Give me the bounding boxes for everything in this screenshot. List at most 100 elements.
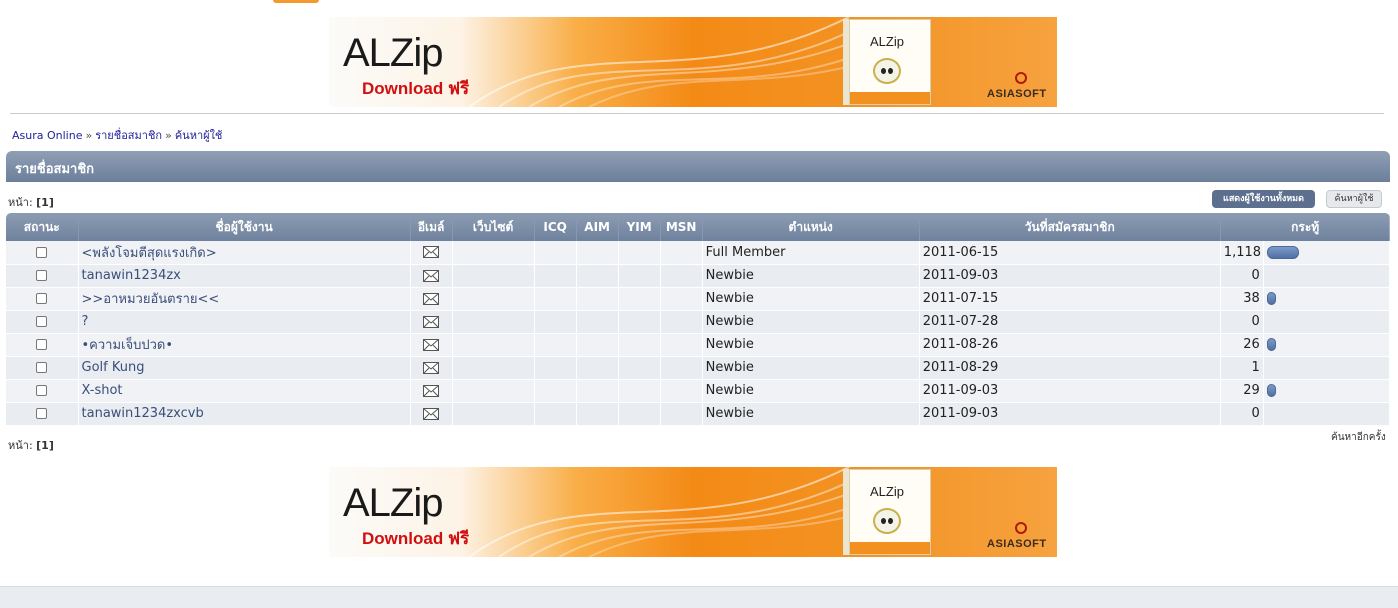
header-posts[interactable]: กระทู้	[1220, 213, 1389, 241]
breadcrumb-members-link[interactable]: รายชื่อสมาชิก	[95, 129, 162, 142]
email-icon	[423, 361, 440, 374]
header-msn[interactable]: MSN	[660, 213, 703, 241]
post-count-bar	[1266, 245, 1299, 259]
email-cell[interactable]	[410, 310, 453, 334]
rank-cell: Newbie	[702, 287, 920, 311]
email-cell[interactable]	[410, 379, 453, 403]
box-title: ALZip	[870, 484, 904, 499]
posts-count-cell: 26	[1220, 333, 1264, 357]
username-link[interactable]: <พลังโจมตีสุดแรงเกิด>	[82, 246, 217, 261]
join-date-cell: 2011-06-15	[919, 241, 1221, 265]
select-checkbox[interactable]	[36, 339, 48, 350]
status-cell	[6, 402, 79, 426]
header-website[interactable]: เว็บไซต์	[452, 213, 535, 241]
email-cell[interactable]	[410, 241, 453, 265]
rank-cell: Newbie	[702, 264, 920, 288]
header-email[interactable]: อีเมล์	[410, 213, 453, 241]
username-link[interactable]: X-shot	[82, 383, 123, 398]
aim-cell	[576, 264, 619, 288]
show-all-users-button[interactable]: แสดงผู้ใช้งานทั้งหมด	[1212, 190, 1315, 208]
email-icon	[423, 384, 440, 397]
pager-current-page[interactable]: [1]	[36, 439, 54, 452]
posts-count-cell: 29	[1220, 379, 1264, 403]
header-icq[interactable]: ICQ	[534, 213, 577, 241]
posts-bar-cell	[1263, 356, 1391, 380]
yim-cell	[618, 402, 661, 426]
pager-label: หน้า:	[8, 439, 33, 452]
join-date-cell: 2011-07-15	[919, 287, 1221, 311]
box-stripe	[850, 92, 930, 104]
posts-bar-cell	[1263, 402, 1391, 426]
header-username[interactable]: ชื่อผู้ใช้งาน	[78, 213, 411, 241]
post-count-bar	[1266, 292, 1276, 305]
pager-current-page[interactable]: [1]	[36, 196, 54, 209]
select-checkbox[interactable]	[36, 408, 48, 419]
posts-bar-cell	[1263, 287, 1391, 311]
search-again-link[interactable]: ค้นหาอีกครั้ง	[1331, 430, 1386, 445]
status-cell	[6, 333, 79, 357]
icq-cell	[534, 287, 577, 311]
table-row: Golf Kung Newbie 2011-08-29 1	[6, 356, 1391, 380]
email-cell[interactable]	[410, 356, 453, 380]
rank-cell: Newbie	[702, 333, 920, 357]
header-yim[interactable]: YIM	[618, 213, 661, 241]
table-row: X-shot Newbie 2011-09-03 29	[6, 379, 1391, 403]
header-aim[interactable]: AIM	[576, 213, 619, 241]
yim-cell	[618, 287, 661, 311]
search-users-button[interactable]: ค้นหาผู้ใช้	[1326, 190, 1382, 208]
username-link[interactable]: •ความเจ็บปวด•	[82, 338, 174, 353]
asiasoft-logo-icon	[1015, 72, 1027, 84]
email-icon	[423, 292, 440, 305]
website-cell	[452, 402, 535, 426]
website-cell	[452, 356, 535, 380]
msn-cell	[660, 264, 703, 288]
breadcrumb-separator: »	[165, 129, 172, 142]
mascot-icon	[873, 508, 901, 534]
status-cell	[6, 241, 79, 265]
username-link[interactable]: ?	[82, 314, 89, 329]
pager-label: หน้า:	[8, 196, 33, 209]
breadcrumb-home-link[interactable]: Asura Online	[12, 129, 82, 142]
select-checkbox[interactable]	[36, 270, 48, 281]
footer-band	[0, 586, 1398, 608]
username-link[interactable]: tanawin1234zx	[82, 268, 181, 283]
msn-cell	[660, 310, 703, 334]
asiasoft-logo-icon	[1015, 522, 1027, 534]
alzip-banner-bottom[interactable]: ALZip Download ฟรี ALZip ASIASOFT	[329, 467, 1057, 557]
banner-title: ALZip	[343, 31, 443, 75]
rank-cell: Newbie	[702, 356, 920, 380]
email-cell[interactable]	[410, 402, 453, 426]
select-checkbox[interactable]	[36, 246, 48, 258]
select-checkbox[interactable]	[36, 385, 48, 396]
join-date-cell: 2011-09-03	[919, 264, 1221, 288]
rank-cell: Newbie	[702, 310, 920, 334]
select-checkbox[interactable]	[36, 293, 48, 304]
email-cell[interactable]	[410, 287, 453, 311]
username-link[interactable]: >>อาหมวยอันตราย<<	[82, 292, 220, 307]
select-checkbox[interactable]	[36, 362, 48, 373]
post-count-bar	[1266, 338, 1276, 351]
status-cell	[6, 310, 79, 334]
yim-cell	[618, 241, 661, 265]
username-link[interactable]: tanawin1234zxcvb	[82, 406, 204, 421]
banner-title: ALZip	[343, 481, 443, 525]
table-row: >>อาหมวยอันตราย<< Newbie 2011-07-15 38	[6, 287, 1391, 311]
table-row: tanawin1234zxcvb Newbie 2011-09-03 0	[6, 402, 1391, 426]
header-status[interactable]: สถานะ	[6, 213, 79, 241]
status-cell	[6, 264, 79, 288]
header-rank[interactable]: ตำแหน่ง	[702, 213, 920, 241]
breadcrumb-current: ค้นหาผู้ใช้	[174, 129, 223, 142]
username-cell: tanawin1234zxcvb	[78, 402, 411, 426]
email-cell[interactable]	[410, 333, 453, 357]
website-cell	[452, 287, 535, 311]
email-cell[interactable]	[410, 264, 453, 288]
website-cell	[452, 241, 535, 265]
icq-cell	[534, 379, 577, 403]
select-checkbox[interactable]	[36, 316, 48, 327]
username-link[interactable]: Golf Kung	[82, 360, 145, 375]
join-date-cell: 2011-09-03	[919, 402, 1221, 426]
header-join-date[interactable]: วันที่สมัครสมาชิก	[919, 213, 1221, 241]
top-tab-indicator	[273, 0, 319, 3]
yim-cell	[618, 333, 661, 357]
alzip-banner-top[interactable]: ALZip Download ฟรี ALZip ASIASOFT	[329, 17, 1057, 107]
